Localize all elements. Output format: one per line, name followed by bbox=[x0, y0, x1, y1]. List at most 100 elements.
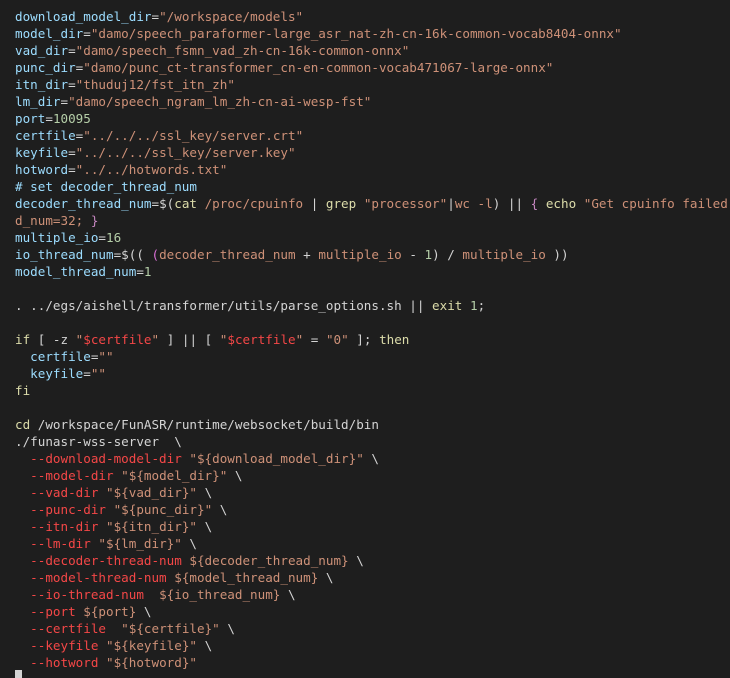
code-token: ] || [ bbox=[159, 332, 220, 347]
code-token: \ bbox=[181, 536, 197, 551]
code-line: hotword="../../hotwords.txt" bbox=[15, 161, 730, 178]
code-token: --vad-dir bbox=[15, 485, 106, 500]
code-token: --io-thread-num bbox=[15, 587, 160, 602]
code-token: "${lm_dir}" bbox=[98, 536, 182, 551]
code-line: cd /workspace/FunASR/runtime/websocket/b… bbox=[15, 416, 730, 433]
code-token: "../../hotwords.txt" bbox=[75, 162, 228, 177]
code-token: ; bbox=[477, 298, 486, 313]
code-token: --download-model-dir bbox=[15, 451, 190, 466]
code-token: "${keyfile}" bbox=[106, 638, 197, 653]
code-token: "processor" bbox=[363, 196, 448, 211]
code-token: $certfile bbox=[227, 332, 296, 347]
code-token: echo bbox=[538, 196, 584, 211]
code-token: 1 bbox=[143, 264, 152, 279]
code-token: = bbox=[68, 77, 76, 92]
code-line: certfile="../../../ssl_key/server.crt" bbox=[15, 127, 730, 144]
code-editor[interactable]: download_model_dir="/workspace/models" mo… bbox=[0, 0, 730, 678]
code-line: model_thread_num=1 bbox=[15, 263, 730, 280]
code-token: = bbox=[151, 9, 160, 24]
code-token: "${download_model_dir}" bbox=[189, 451, 364, 466]
code-line: --decoder-thread-num ${decoder_thread_nu… bbox=[15, 552, 730, 569]
code-token: = bbox=[83, 26, 91, 41]
code-line: --download-model-dir "${download_model_d… bbox=[15, 450, 730, 467]
code-token: 16 bbox=[106, 230, 122, 245]
code-line: --certfile "${certfile}" \ bbox=[15, 620, 730, 637]
code-token: fi bbox=[15, 383, 31, 398]
code-token: \ bbox=[197, 638, 213, 653]
code-line: model_dir="damo/speech_paraformer-large_… bbox=[15, 25, 730, 42]
code-token: ${decoder_thread_num} bbox=[189, 553, 349, 568]
code-line: --hotword "${hotword}" bbox=[15, 654, 730, 671]
code-token: = bbox=[83, 366, 91, 381]
code-token: "thuduj12/fst_itn_zh" bbox=[75, 77, 235, 92]
code-token: = bbox=[68, 162, 76, 177]
code-token: certfile bbox=[15, 128, 76, 143]
code-token: --hotword bbox=[15, 655, 106, 670]
code-token: "${certfile}" bbox=[121, 621, 220, 636]
code-token: "../../../ssl_key/server.key" bbox=[75, 145, 296, 160]
code-token: "${model_dir}" bbox=[121, 468, 228, 483]
code-token: cat bbox=[174, 196, 197, 211]
code-token: "Get cpuinfo failed. Set de bbox=[583, 196, 730, 211]
code-token: if bbox=[15, 332, 31, 347]
code-token: ]; bbox=[348, 332, 380, 347]
code-token: --punc-dir bbox=[15, 502, 114, 517]
code-token: hotword bbox=[15, 162, 69, 177]
code-line: --punc-dir "${punc_dir}" \ bbox=[15, 501, 730, 518]
code-token: [ -z bbox=[30, 332, 76, 347]
code-token: . bbox=[15, 298, 31, 313]
code-token: \ bbox=[197, 485, 213, 500]
code-line: port=10095 bbox=[15, 110, 730, 127]
code-line: --port ${port} \ bbox=[15, 603, 730, 620]
code-token: exit bbox=[432, 298, 463, 313]
code-token: # set decoder_thread_num bbox=[15, 179, 197, 194]
code-token: --model-dir bbox=[15, 468, 122, 483]
code-token: \ bbox=[219, 621, 235, 636]
code-token: multiple_io bbox=[15, 230, 99, 245]
code-token: ${port} bbox=[83, 604, 137, 619]
code-line: io_thread_num=$(( (decoder_thread_num + … bbox=[15, 246, 730, 263]
code-token: =$( bbox=[151, 196, 175, 211]
code-token: "${vad_dir}" bbox=[106, 485, 197, 500]
code-token: --certfile bbox=[15, 621, 122, 636]
code-token: "" bbox=[98, 349, 114, 364]
code-token: "damo/punc_ct-transformer_cn-en-common-v… bbox=[83, 60, 554, 75]
code-token: ( bbox=[143, 247, 160, 262]
code-token: --model-thread-num bbox=[15, 570, 175, 585]
code-token: "" bbox=[90, 366, 107, 381]
code-token: | bbox=[447, 196, 455, 211]
code-token: --port bbox=[15, 604, 84, 619]
code-token: =$(( bbox=[113, 247, 144, 262]
code-token: "../../../ssl_key/server.crt" bbox=[83, 128, 304, 143]
code-token: \ bbox=[363, 451, 379, 466]
code-token: vad_dir bbox=[15, 43, 69, 58]
code-token: grep bbox=[318, 196, 364, 211]
code-token: itn_dir bbox=[15, 77, 69, 92]
code-line: if [ -z "$certfile" ] || [ "$certfile" =… bbox=[15, 331, 730, 348]
code-token: port bbox=[15, 111, 46, 126]
code-token: download_model_dir bbox=[15, 9, 152, 24]
code-line: punc_dir="damo/punc_ct-transformer_cn-en… bbox=[15, 59, 730, 76]
code-token: --lm-dir bbox=[15, 536, 99, 551]
code-line: keyfile="../../../ssl_key/server.key" bbox=[15, 144, 730, 161]
code-token: /proc/cpuinfo bbox=[196, 196, 311, 211]
code-token: "${hotword}" bbox=[106, 655, 197, 670]
code-token: decoder_thread_num bbox=[15, 196, 152, 211]
code-token: = bbox=[68, 145, 76, 160]
code-line: certfile="" bbox=[15, 348, 730, 365]
code-line: vad_dir="damo/speech_fsmn_vad_zh-cn-16k-… bbox=[15, 42, 730, 59]
code-line: decoder_thread_num=$(cat /proc/cpuinfo |… bbox=[15, 195, 730, 212]
code-token: multiple_io bbox=[318, 247, 402, 262]
code-line: # set decoder_thread_num bbox=[15, 178, 730, 195]
code-token: \ bbox=[280, 587, 296, 602]
code-line: --model-thread-num ${model_thread_num} \ bbox=[15, 569, 730, 586]
code-token: punc_dir bbox=[15, 60, 76, 75]
code-token: multiple_io bbox=[462, 247, 546, 262]
code-token: "damo/speech_paraformer-large_asr_nat-zh… bbox=[90, 26, 622, 41]
code-token: "0" bbox=[325, 332, 349, 347]
code-token: " bbox=[151, 332, 160, 347]
code-token: "${punc_dir}" bbox=[113, 502, 213, 517]
